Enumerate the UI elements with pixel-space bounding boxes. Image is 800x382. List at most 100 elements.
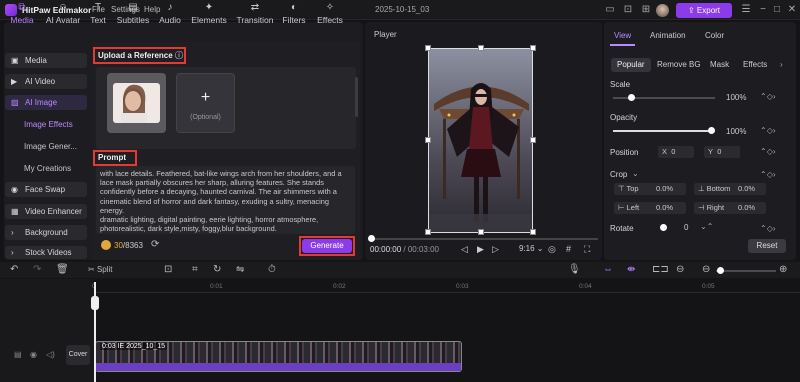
chevron-right-icon[interactable]: › (780, 60, 783, 69)
zoom-slider[interactable] (716, 270, 776, 272)
track-visibility-icon[interactable]: ◉ (30, 350, 37, 359)
gift-icon[interactable]: ⊞ (640, 4, 652, 16)
user-avatar[interactable] (656, 4, 669, 17)
progress-handle[interactable] (368, 235, 375, 242)
resize-handle[interactable] (530, 137, 536, 143)
crop-top-field[interactable]: ⊤ Top 0.0% (614, 183, 686, 195)
track-lock-icon[interactable]: ▤ (14, 350, 22, 359)
resize-handle[interactable] (425, 137, 431, 143)
playhead-handle[interactable] (91, 296, 99, 310)
export-button[interactable]: ⇪ Export (676, 3, 732, 18)
player-progress[interactable] (371, 238, 598, 240)
tab-elements[interactable]: ✦ Elements (188, 2, 230, 28)
tab-media[interactable]: ⧉ Media (2, 2, 42, 28)
rotate-icon[interactable]: ↻ (213, 264, 221, 276)
cover-button[interactable]: Cover (66, 345, 90, 365)
tab-subtitles[interactable]: ▤ Subtitles (113, 2, 153, 28)
split-screen-icon[interactable]: ⊏⊐ (652, 264, 669, 276)
reset-button[interactable]: Reset (748, 239, 786, 253)
link-icon[interactable]: ⇔ (603, 264, 613, 276)
tab-animation[interactable]: Animation (650, 31, 686, 40)
generate-button[interactable]: Generate (302, 239, 352, 253)
video-preview[interactable] (428, 48, 533, 233)
subtab-effects[interactable]: Effects (737, 58, 773, 72)
reference-thumbnail[interactable] (107, 73, 166, 133)
resize-handle[interactable] (530, 229, 536, 235)
sidebar-item-stock-videos[interactable]: › Stock Videos (5, 246, 87, 259)
refresh-icon[interactable]: ⟳ (151, 239, 159, 250)
sidebar-item-ai-image[interactable]: ▨ AI Image (5, 95, 87, 110)
rotate-value[interactable]: 0 (684, 223, 688, 232)
tab-filters[interactable]: ◐ Filters (276, 2, 312, 28)
cart-icon[interactable]: ⊡ (622, 4, 634, 16)
subtab-remove-bg[interactable]: Remove BG (651, 58, 707, 72)
fit-icon[interactable]: ⊖ (676, 264, 684, 276)
sidebar-item-face-swap[interactable]: ◉ Face Swap (5, 182, 87, 197)
stepper-icon[interactable]: ⌄⌃ (700, 222, 713, 231)
snapshot-icon[interactable]: ◎ (548, 244, 556, 255)
scale-slider-knob[interactable] (628, 94, 635, 101)
opacity-value[interactable]: 100% (726, 127, 746, 136)
info-icon[interactable]: ⓘ (175, 51, 183, 60)
position-x-field[interactable]: X 0 (658, 146, 694, 158)
screen-icon[interactable]: ▭ (604, 4, 616, 16)
subitem-my-creations[interactable]: My Creations (24, 164, 71, 173)
fullscreen-icon[interactable]: ⛶ (584, 244, 590, 255)
tab-color[interactable]: Color (705, 31, 724, 40)
chevron-down-icon[interactable]: ⌄ (632, 169, 639, 178)
close-icon[interactable]: ✕ (786, 4, 798, 16)
redo-icon[interactable]: ↷ (33, 264, 41, 276)
crop-icon[interactable]: ⌗ (192, 264, 198, 276)
zoom-in-icon[interactable]: ⊕ (779, 264, 787, 276)
resize-handle[interactable] (478, 229, 484, 235)
microphone-icon[interactable]: 🎙 (568, 264, 581, 276)
sidebar-item-video-enhancer[interactable]: ▦ Video Enhancer (5, 204, 87, 219)
resize-handle[interactable] (530, 45, 536, 51)
sidebar-item-background[interactable]: › Background (5, 225, 87, 240)
subitem-image-effects[interactable]: Image Effects (24, 120, 73, 129)
menu-icon[interactable]: ☰ (740, 4, 752, 16)
keyframe-icon[interactable]: ⌃◇› (760, 147, 776, 156)
maximize-icon[interactable]: □ (771, 4, 783, 16)
speed-icon[interactable]: ⏱ (268, 264, 276, 276)
tab-text[interactable]: T Text (81, 2, 115, 28)
play-icon[interactable]: ▶ (477, 244, 484, 255)
crop-right-field[interactable]: ⊣ Right 0.0% (694, 202, 766, 214)
sidebar-item-ai-video[interactable]: ▶ AI Video (5, 74, 87, 89)
freeze-icon[interactable]: ⊡ (164, 264, 172, 276)
mirror-icon[interactable]: ⇋ (236, 264, 244, 276)
grid-icon[interactable]: # (566, 244, 571, 254)
snap-icon[interactable]: ⇼ (627, 264, 635, 276)
sidebar-item-media[interactable]: ▣ Media (5, 53, 87, 68)
tab-effects[interactable]: ✧ Effects (311, 2, 349, 28)
scale-value[interactable]: 100% (726, 93, 746, 102)
opacity-slider-knob[interactable] (708, 127, 715, 134)
crop-left-field[interactable]: ⊢ Left 0.0% (614, 202, 686, 214)
keyframe-icon[interactable]: ⌃◇› (760, 92, 776, 101)
tab-audio[interactable]: ♪ Audio (152, 2, 188, 28)
tab-ai-avatar[interactable]: ☺ AI Avatar (41, 2, 85, 28)
keyframe-icon[interactable]: ⌃◇› (760, 170, 776, 179)
next-frame-icon[interactable]: ▷ (492, 244, 499, 255)
panel-scrollbar[interactable] (355, 77, 358, 117)
zoom-out-icon[interactable]: ⊖ (702, 264, 710, 276)
undo-icon[interactable]: ↶ (10, 264, 18, 276)
tab-transition[interactable]: ⇄ Transition (232, 2, 278, 28)
minimize-icon[interactable]: − (757, 4, 769, 16)
rotate-dial[interactable] (660, 224, 667, 231)
resize-handle[interactable] (478, 45, 484, 51)
keyframe-icon[interactable]: ⌃◇› (760, 126, 776, 135)
track-audio-icon[interactable]: ◁) (46, 350, 55, 359)
aspect-ratio-select[interactable]: 9:16 ⌄ (519, 244, 544, 253)
split-button[interactable]: ✂ Split (88, 264, 113, 276)
subtab-mask[interactable]: Mask (704, 58, 735, 72)
tab-view[interactable]: View (614, 31, 631, 40)
previous-frame-icon[interactable]: ◁ (461, 244, 468, 255)
position-y-field[interactable]: Y 0 (704, 146, 740, 158)
crop-bottom-field[interactable]: ⊥ Bottom 0.0% (694, 183, 766, 195)
resize-handle[interactable] (425, 45, 431, 51)
delete-icon[interactable]: 🗑 (56, 264, 69, 276)
prompt-textarea[interactable]: with lace details. Feathered, bat-like w… (96, 166, 355, 234)
subitem-image-generator[interactable]: Image Gener... (24, 142, 77, 151)
resize-handle[interactable] (425, 229, 431, 235)
